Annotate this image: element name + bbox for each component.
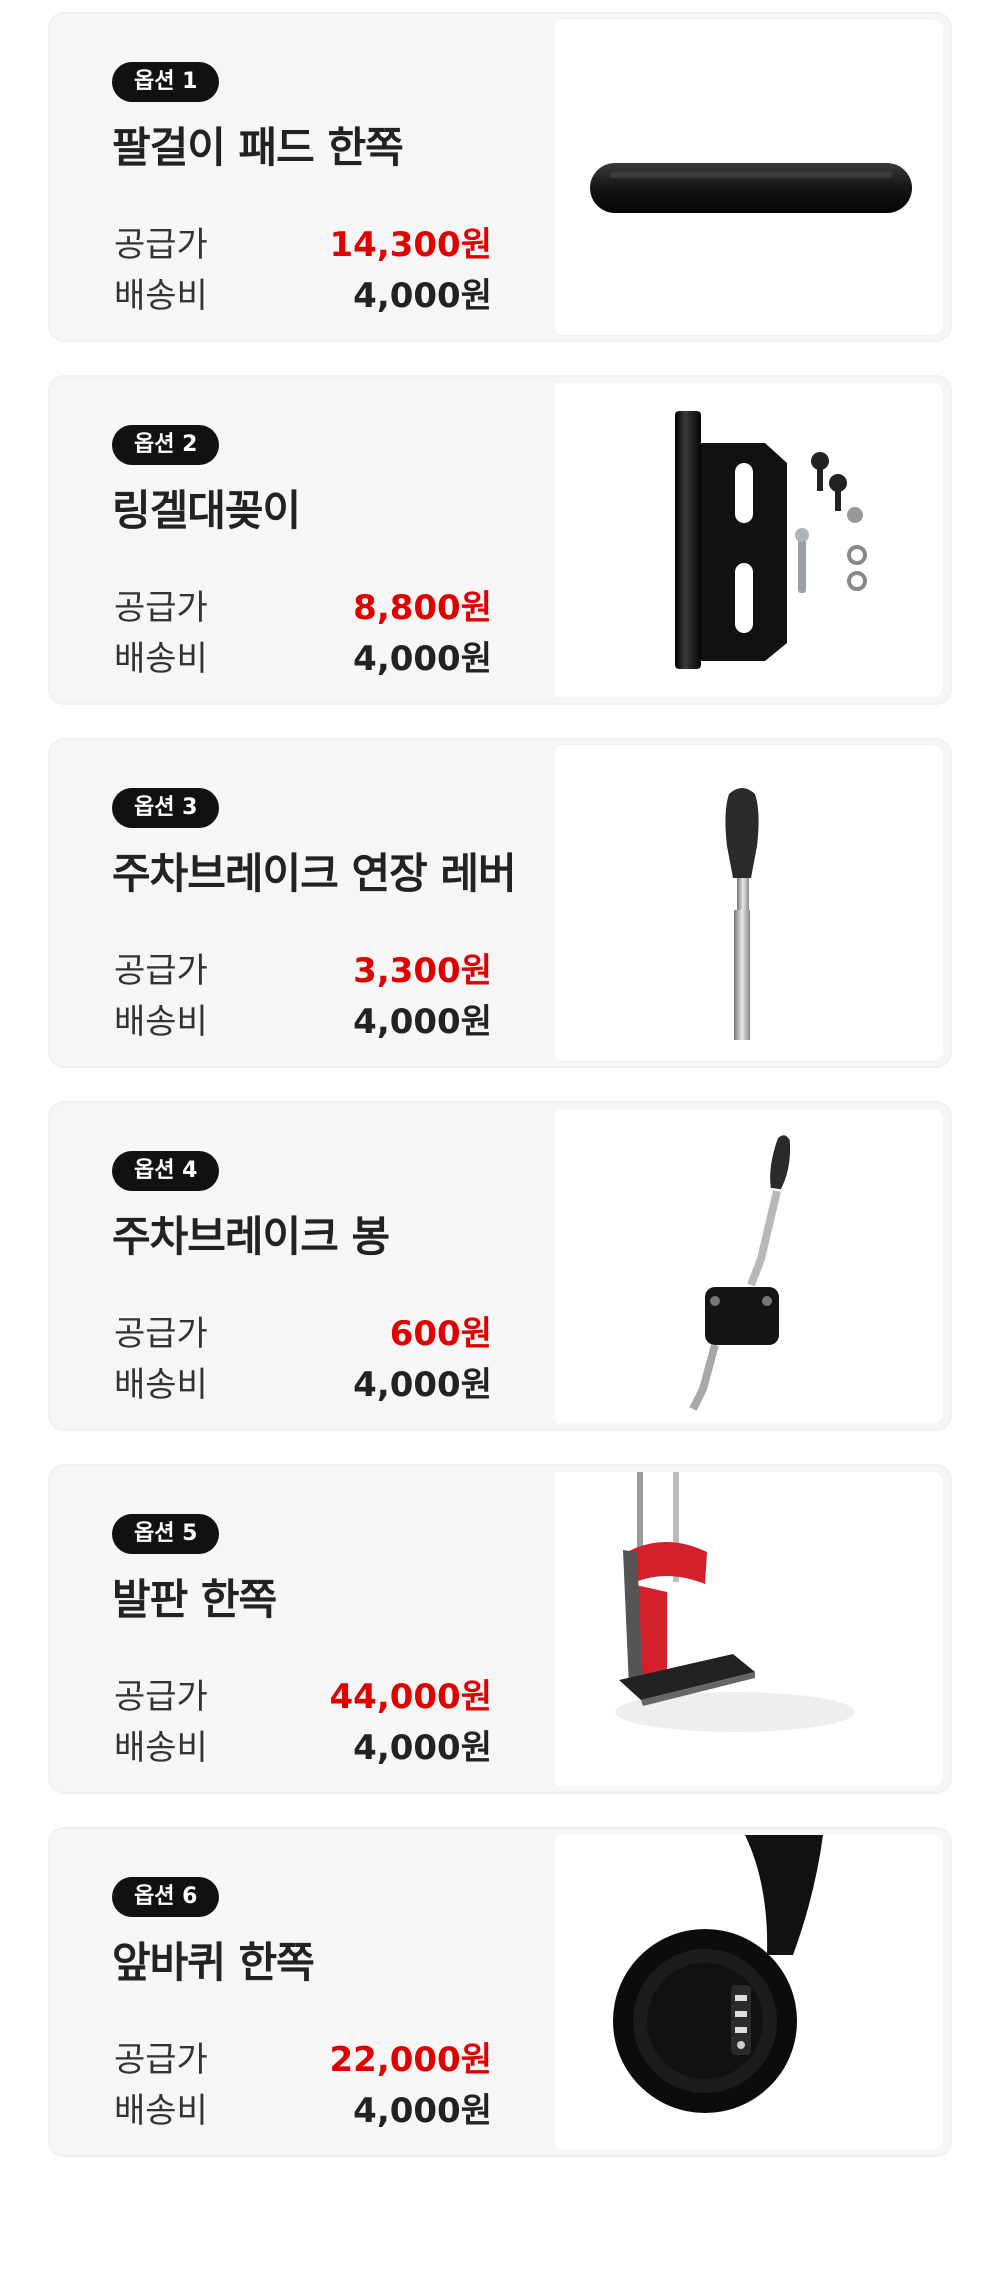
supply-price-row: 공급가 14,300원: [112, 217, 492, 267]
shipping-fee-value: 4,000원: [353, 1002, 492, 1042]
option-info: 옵션 5 발판 한쪽 공급가 44,000원 배송비 4,000원: [112, 1514, 542, 1768]
product-image: [555, 1472, 943, 1786]
option-title: 주차브레이크 봉: [112, 1212, 390, 1261]
option-info: 옵션 3 주차브레이크 연장 레버 공급가 3,300원 배송비 4,000원: [112, 788, 542, 1042]
shipping-fee-label: 배송비: [114, 1728, 208, 1768]
supply-price-row: 공급가 600원: [112, 1306, 492, 1356]
shipping-fee-value: 4,000원: [353, 276, 492, 316]
option-info: 옵션 1 팔걸이 패드 한쪽 공급가 14,300원 배송비 4,000원: [112, 62, 542, 316]
product-image: [555, 20, 943, 334]
parking-brake-rod-icon: [689, 1135, 791, 1411]
supply-price-value: 3,300원: [353, 951, 492, 991]
option-badge: 옵션 5: [112, 1514, 220, 1554]
product-image: [555, 746, 943, 1060]
shipping-fee-label: 배송비: [114, 639, 208, 679]
shipping-fee-row: 배송비 4,000원: [112, 631, 492, 681]
supply-price-row: 공급가 3,300원: [112, 943, 492, 993]
option-card-6: 옵션 6 앞바퀴 한쪽 공급가 22,000원 배송비 4,000원: [50, 1829, 950, 2155]
shipping-fee-row: 배송비 4,000원: [112, 1720, 492, 1770]
option-badge: 옵션 1: [112, 62, 220, 102]
supply-price-value: 8,800원: [353, 588, 492, 628]
shipping-fee-label: 배송비: [114, 1002, 208, 1042]
shipping-fee-row: 배송비 4,000원: [112, 994, 492, 1044]
brake-extension-lever-icon: [725, 788, 759, 1040]
supply-price-row: 공급가 22,000원: [112, 2032, 492, 2082]
shipping-fee-value: 4,000원: [353, 1365, 492, 1405]
option-card-3: 옵션 3 주차브레이크 연장 레버 공급가 3,300원 배송비 4,000원: [50, 740, 950, 1066]
option-badge: 옵션 4: [112, 1151, 220, 1191]
supply-price-label: 공급가: [114, 225, 208, 265]
footrest-icon: [615, 1472, 855, 1732]
shipping-fee-label: 배송비: [114, 1365, 208, 1405]
shipping-fee-value: 4,000원: [353, 1728, 492, 1768]
option-info: 옵션 6 앞바퀴 한쪽 공급가 22,000원 배송비 4,000원: [112, 1877, 542, 2131]
option-card-4: 옵션 4 주차브레이크 봉 공급가 600원 배송비 4,000원: [50, 1103, 950, 1429]
option-info: 옵션 2 링겔대꽂이 공급가 8,800원 배송비 4,000원: [112, 425, 542, 679]
shipping-fee-row: 배송비 4,000원: [112, 2083, 492, 2133]
option-info: 옵션 4 주차브레이크 봉 공급가 600원 배송비 4,000원: [112, 1151, 542, 1405]
option-title: 앞바퀴 한쪽: [112, 1938, 315, 1987]
option-title: 링겔대꽂이: [112, 486, 301, 535]
iv-pole-holder-icon: [675, 411, 867, 669]
option-badge: 옵션 6: [112, 1877, 220, 1917]
shipping-fee-row: 배송비 4,000원: [112, 1357, 492, 1407]
option-title: 팔걸이 패드 한쪽: [112, 123, 404, 172]
option-card-2: 옵션 2 링겔대꽂이 공급가 8,800원 배송비 4,000원: [50, 377, 950, 703]
supply-price-row: 공급가 44,000원: [112, 1669, 492, 1719]
option-badge: 옵션 3: [112, 788, 220, 828]
supply-price-value: 600원: [389, 1314, 492, 1354]
supply-price-label: 공급가: [114, 588, 208, 628]
shipping-fee-value: 4,000원: [353, 639, 492, 679]
option-badge: 옵션 2: [112, 425, 220, 465]
armrest-pad-icon: [590, 163, 912, 213]
product-image: [555, 1109, 943, 1423]
supply-price-label: 공급가: [114, 951, 208, 991]
supply-price-label: 공급가: [114, 1677, 208, 1717]
option-title: 발판 한쪽: [112, 1575, 277, 1624]
supply-price-value: 44,000원: [329, 1677, 492, 1717]
shipping-fee-row: 배송비 4,000원: [112, 268, 492, 318]
supply-price-value: 22,000원: [329, 2040, 492, 2080]
supply-price-label: 공급가: [114, 1314, 208, 1354]
shipping-fee-label: 배송비: [114, 2091, 208, 2131]
front-wheel-icon: [613, 1835, 823, 2113]
product-image: [555, 1835, 943, 2149]
option-card-5: 옵션 5 발판 한쪽 공급가 44,000원 배송비 4,000원: [50, 1466, 950, 1792]
shipping-fee-label: 배송비: [114, 276, 208, 316]
supply-price-value: 14,300원: [329, 225, 492, 265]
option-title: 주차브레이크 연장 레버: [112, 849, 517, 898]
shipping-fee-value: 4,000원: [353, 2091, 492, 2131]
option-card-1: 옵션 1 팔걸이 패드 한쪽 공급가 14,300원 배송비 4,000원: [50, 14, 950, 340]
supply-price-label: 공급가: [114, 2040, 208, 2080]
product-image: [555, 383, 943, 697]
supply-price-row: 공급가 8,800원: [112, 580, 492, 630]
